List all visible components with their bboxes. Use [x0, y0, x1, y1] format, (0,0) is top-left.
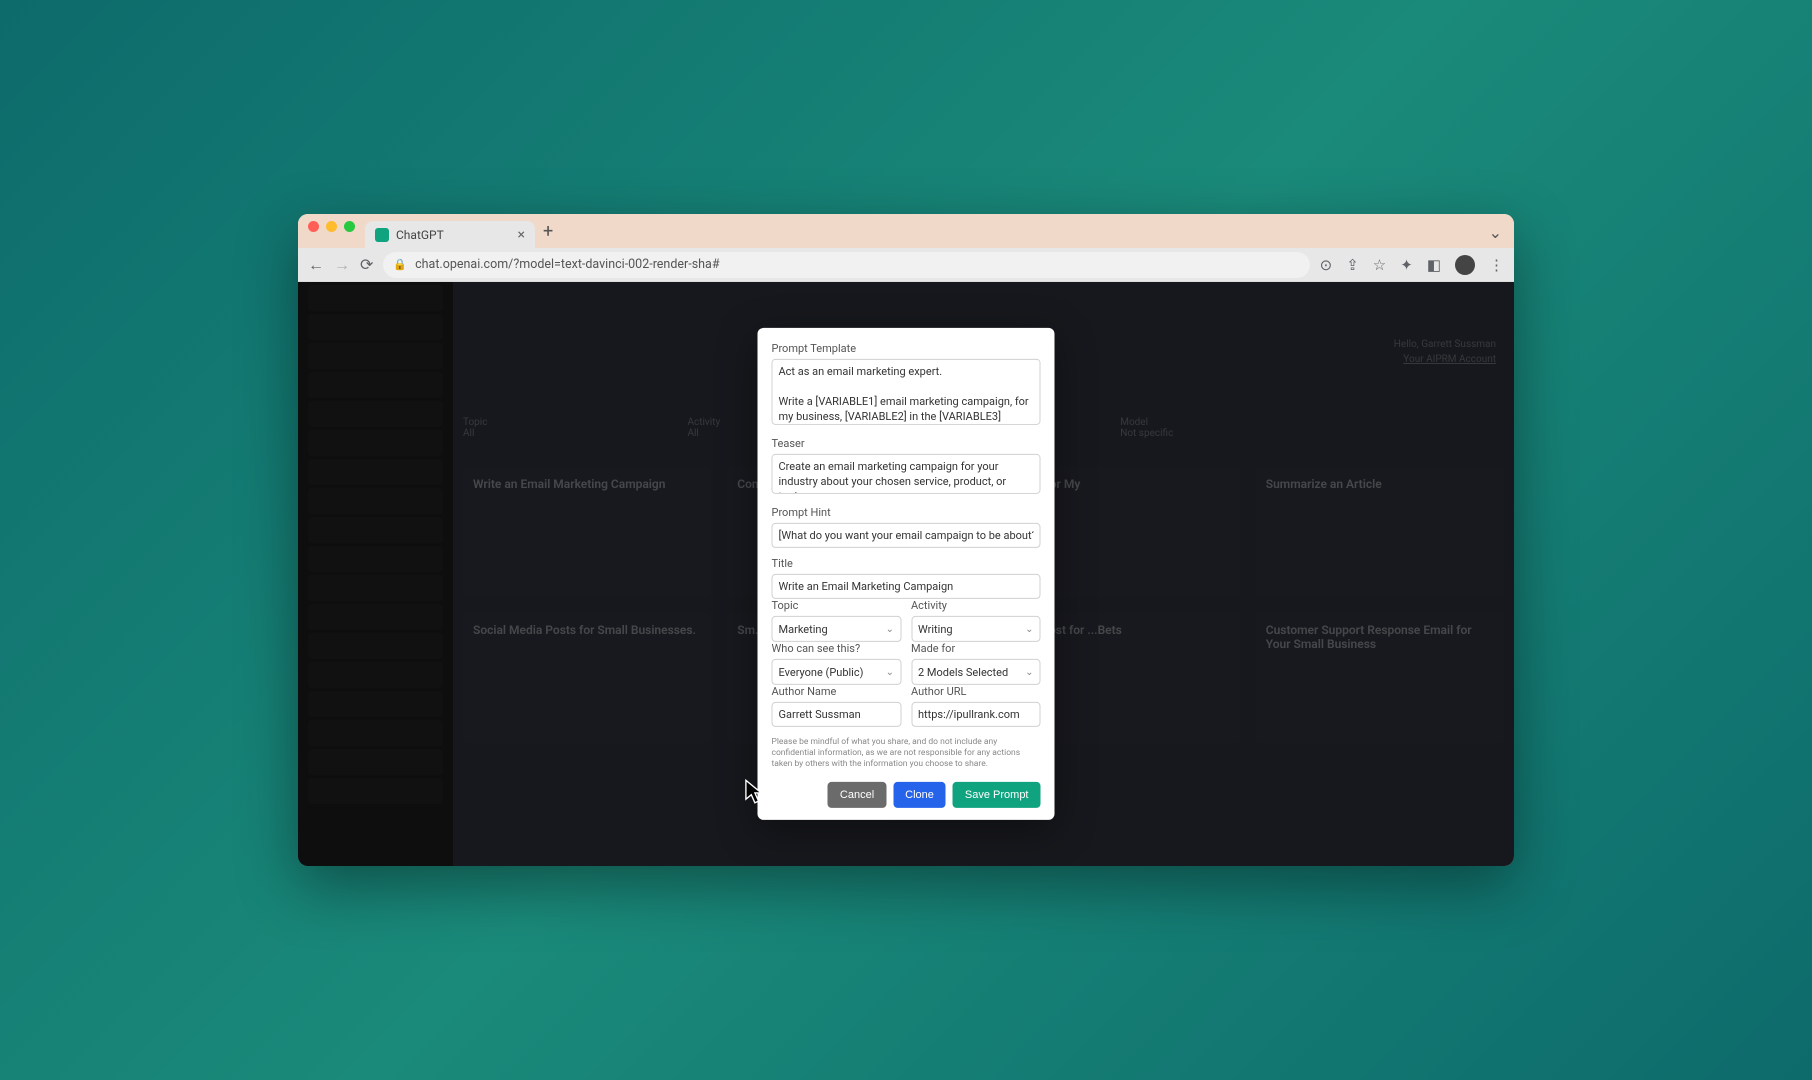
forward-button[interactable]: →	[334, 255, 350, 275]
author-url-label: Author URL	[911, 685, 1041, 698]
teaser-textarea[interactable]	[772, 454, 1041, 494]
madefor-label: Made for	[911, 642, 1041, 655]
activity-select[interactable]: Writing ⌄	[911, 616, 1041, 642]
sidepanel-icon[interactable]: ◧	[1427, 256, 1441, 274]
topic-label: Topic	[772, 599, 902, 612]
chevron-down-icon: ⌄	[1025, 623, 1033, 634]
title-label: Title	[772, 557, 1041, 570]
author-url-input[interactable]	[911, 702, 1041, 727]
favicon-icon	[375, 228, 389, 242]
back-button[interactable]: ←	[308, 255, 324, 275]
cancel-button[interactable]: Cancel	[828, 782, 886, 808]
prompt-template-modal: Prompt Template Teaser Prompt Hint Title…	[758, 328, 1055, 820]
hint-input[interactable]	[772, 523, 1041, 548]
window-controls	[306, 221, 361, 242]
profile-avatar[interactable]	[1455, 255, 1475, 275]
browser-window: ChatGPT × + ⌄ ← → ⟳ 🔒 chat.openai.com/?m…	[298, 214, 1514, 866]
extensions-icon[interactable]: ✦	[1400, 256, 1413, 274]
url-bar[interactable]: 🔒 chat.openai.com/?model=text-davinci-00…	[383, 252, 1309, 278]
hint-label: Prompt Hint	[772, 506, 1041, 519]
chevron-down-icon: ⌄	[1025, 666, 1033, 677]
lock-icon: 🔒	[393, 258, 407, 271]
share-icon[interactable]: ⇪	[1346, 256, 1359, 274]
title-input[interactable]	[772, 574, 1041, 599]
page-content: Hello, Garrett Sussman Your AIPRM Accoun…	[298, 282, 1514, 866]
tab-title: ChatGPT	[396, 228, 444, 242]
chevron-down-icon: ⌄	[886, 666, 894, 677]
search-icon[interactable]: ⊙	[1320, 256, 1333, 274]
template-label: Prompt Template	[772, 342, 1041, 355]
author-input[interactable]	[772, 702, 902, 727]
close-window-button[interactable]	[308, 221, 319, 232]
maximize-window-button[interactable]	[344, 221, 355, 232]
visibility-select[interactable]: Everyone (Public) ⌄	[772, 659, 902, 685]
modal-button-row: Cancel Clone Save Prompt	[772, 782, 1041, 808]
minimize-window-button[interactable]	[326, 221, 337, 232]
menu-icon[interactable]: ⋮	[1489, 256, 1504, 274]
teaser-label: Teaser	[772, 437, 1041, 450]
new-tab-button[interactable]: +	[543, 221, 553, 242]
browser-tab[interactable]: ChatGPT ×	[365, 221, 535, 248]
visibility-label: Who can see this?	[772, 642, 902, 655]
save-prompt-button[interactable]: Save Prompt	[953, 782, 1041, 808]
activity-label: Activity	[911, 599, 1041, 612]
chevron-down-icon: ⌄	[886, 623, 894, 634]
disclaimer-text: Please be mindful of what you share, and…	[772, 737, 1041, 770]
template-textarea[interactable]	[772, 359, 1041, 425]
toolbar-icons: ⊙ ⇪ ☆ ✦ ◧ ⋮	[1320, 255, 1504, 275]
close-tab-icon[interactable]: ×	[518, 227, 525, 243]
browser-toolbar: ← → ⟳ 🔒 chat.openai.com/?model=text-davi…	[298, 248, 1514, 282]
madefor-select[interactable]: 2 Models Selected ⌄	[911, 659, 1041, 685]
reload-button[interactable]: ⟳	[360, 255, 373, 274]
bookmark-icon[interactable]: ☆	[1373, 256, 1386, 274]
author-label: Author Name	[772, 685, 902, 698]
topic-select[interactable]: Marketing ⌄	[772, 616, 902, 642]
tab-bar: ChatGPT × + ⌄	[298, 214, 1514, 248]
clone-button[interactable]: Clone	[893, 782, 946, 808]
url-text: chat.openai.com/?model=text-davinci-002-…	[415, 257, 719, 272]
tabs-dropdown-icon[interactable]: ⌄	[1489, 223, 1502, 242]
